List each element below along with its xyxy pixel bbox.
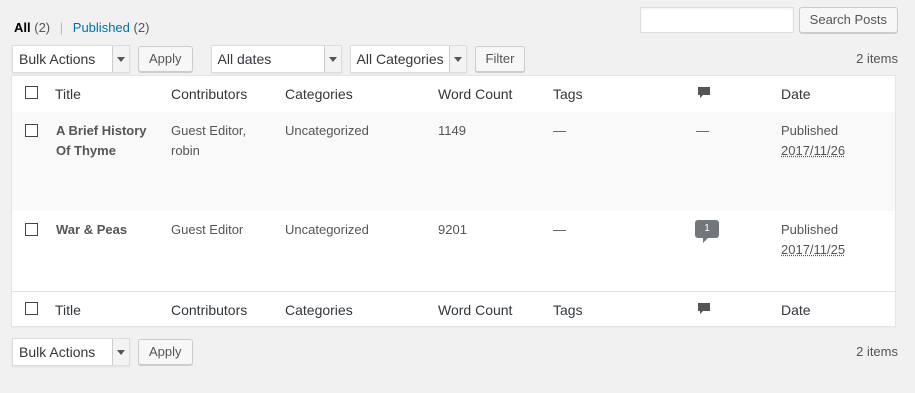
- post-date-value: 2017/11/25: [781, 242, 846, 257]
- post-category-link[interactable]: Uncategorized: [285, 121, 369, 141]
- chevron-down-icon: [448, 46, 466, 72]
- comment-icon[interactable]: [697, 86, 711, 103]
- post-tags: —: [553, 222, 566, 237]
- apply-button[interactable]: Apply: [138, 339, 193, 365]
- items-count: 2 items: [856, 51, 898, 66]
- column-word-count: Word Count: [438, 302, 513, 318]
- column-date-sort[interactable]: Date: [781, 300, 811, 320]
- post-date-value: 2017/11/26: [781, 143, 846, 158]
- post-category-link[interactable]: Uncategorized: [285, 220, 369, 240]
- post-word-count: 9201: [438, 222, 467, 237]
- view-published-link[interactable]: Published: [73, 20, 130, 35]
- column-contributors: Contributors: [171, 302, 248, 318]
- post-status: Published: [781, 123, 839, 138]
- column-title-sort[interactable]: Title: [55, 84, 81, 104]
- view-all-link[interactable]: All: [14, 20, 31, 35]
- row-checkbox[interactable]: [25, 124, 38, 137]
- apply-button[interactable]: Apply: [138, 46, 193, 72]
- category-filter-select[interactable]: All Categories: [349, 45, 467, 73]
- table-row: A Brief History Of Thyme Guest Editor, r…: [12, 112, 895, 211]
- post-word-count: 1149: [438, 123, 466, 138]
- column-title-sort[interactable]: Title: [55, 300, 81, 320]
- tablenav-top: Bulk Actions Apply All dates All Categor…: [12, 45, 898, 73]
- select-all-checkbox[interactable]: [25, 302, 38, 315]
- bulk-actions-select[interactable]: Bulk Actions: [12, 338, 130, 366]
- tablenav-bottom: Bulk Actions Apply 2 items: [12, 338, 898, 366]
- table-header-row: Title Contributors Categories Word Count…: [12, 76, 895, 113]
- post-status: Published: [781, 222, 839, 237]
- chevron-down-icon: [323, 46, 341, 72]
- post-tags: —: [553, 123, 566, 138]
- items-count: 2 items: [856, 344, 898, 359]
- column-date-sort[interactable]: Date: [781, 84, 811, 104]
- posts-table: Title Contributors Categories Word Count…: [11, 75, 896, 327]
- column-tags: Tags: [553, 302, 583, 318]
- post-contributors-link[interactable]: Guest Editor, robin: [171, 121, 261, 161]
- post-date: Published 2017/11/25: [781, 220, 845, 260]
- post-comments: 1: [695, 216, 719, 243]
- select-all-checkbox[interactable]: [25, 86, 38, 99]
- post-contributors-link[interactable]: Guest Editor: [171, 220, 243, 240]
- post-date: Published 2017/11/26: [781, 121, 845, 161]
- column-categories: Categories: [285, 302, 353, 318]
- comment-count-bubble[interactable]: 1: [695, 220, 719, 243]
- search-box: Search Posts: [639, 7, 898, 33]
- view-all-count: (2): [34, 20, 51, 35]
- view-published-count: (2): [133, 20, 150, 35]
- date-filter-select[interactable]: All dates: [210, 45, 342, 73]
- column-tags: Tags: [553, 86, 583, 102]
- column-word-count: Word Count: [438, 86, 513, 102]
- post-status-filters: All (2) | Published (2): [14, 20, 149, 35]
- row-checkbox[interactable]: [25, 223, 38, 236]
- search-input[interactable]: [639, 7, 794, 33]
- table-row: War & Peas Guest Editor Uncategorized 92…: [12, 211, 895, 291]
- filter-button[interactable]: Filter: [474, 46, 526, 72]
- chevron-down-icon: [112, 339, 129, 365]
- post-comments: —: [696, 123, 709, 138]
- table-footer-row: Title Contributors Categories Word Count…: [12, 291, 895, 328]
- comment-icon[interactable]: [697, 302, 711, 319]
- column-categories: Categories: [285, 86, 353, 102]
- view-separator: |: [59, 20, 64, 35]
- post-title-link[interactable]: War & Peas: [56, 220, 161, 240]
- search-posts-button[interactable]: Search Posts: [798, 7, 898, 33]
- post-title-link[interactable]: A Brief History Of Thyme: [56, 121, 161, 161]
- column-contributors: Contributors: [171, 86, 248, 102]
- chevron-down-icon: [112, 46, 129, 72]
- bulk-actions-select[interactable]: Bulk Actions: [12, 45, 130, 73]
